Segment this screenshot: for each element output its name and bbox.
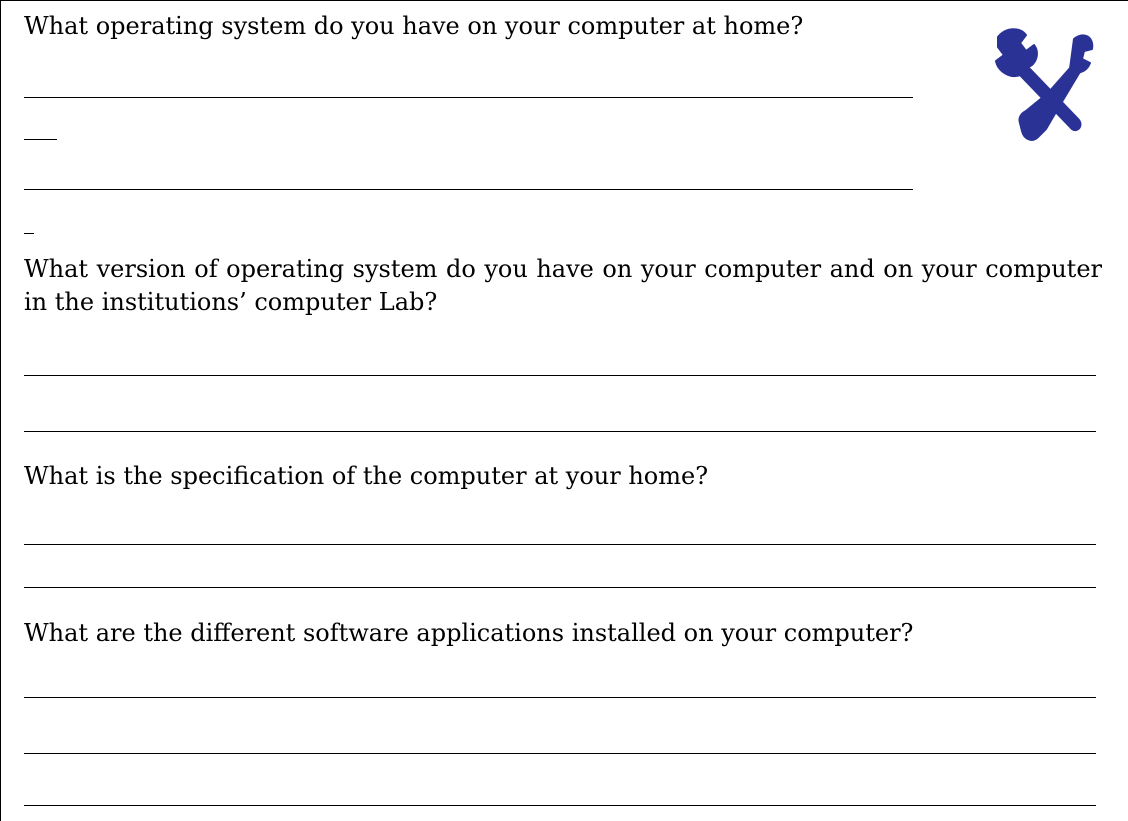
question-4: What are the different software applicat…	[24, 619, 914, 647]
answer-line[interactable]	[24, 375, 1096, 376]
answer-line[interactable]	[24, 544, 1096, 545]
answer-line[interactable]	[24, 753, 1096, 754]
answer-line[interactable]	[24, 805, 1096, 806]
question-3: What is the specification of the compute…	[24, 462, 709, 490]
answer-line[interactable]	[24, 697, 1096, 698]
answer-line[interactable]	[24, 139, 57, 140]
answer-line[interactable]	[24, 587, 1096, 588]
answer-line[interactable]	[24, 233, 34, 234]
answer-line[interactable]	[24, 431, 1096, 432]
answer-line[interactable]	[24, 189, 913, 190]
worksheet-frame: What operating system do you have on you…	[0, 0, 1128, 821]
question-2: What version of operating system do you …	[24, 255, 1102, 316]
tools-icon	[995, 28, 1094, 141]
answer-line[interactable]	[24, 97, 913, 98]
question-1: What operating system do you have on you…	[24, 12, 804, 40]
